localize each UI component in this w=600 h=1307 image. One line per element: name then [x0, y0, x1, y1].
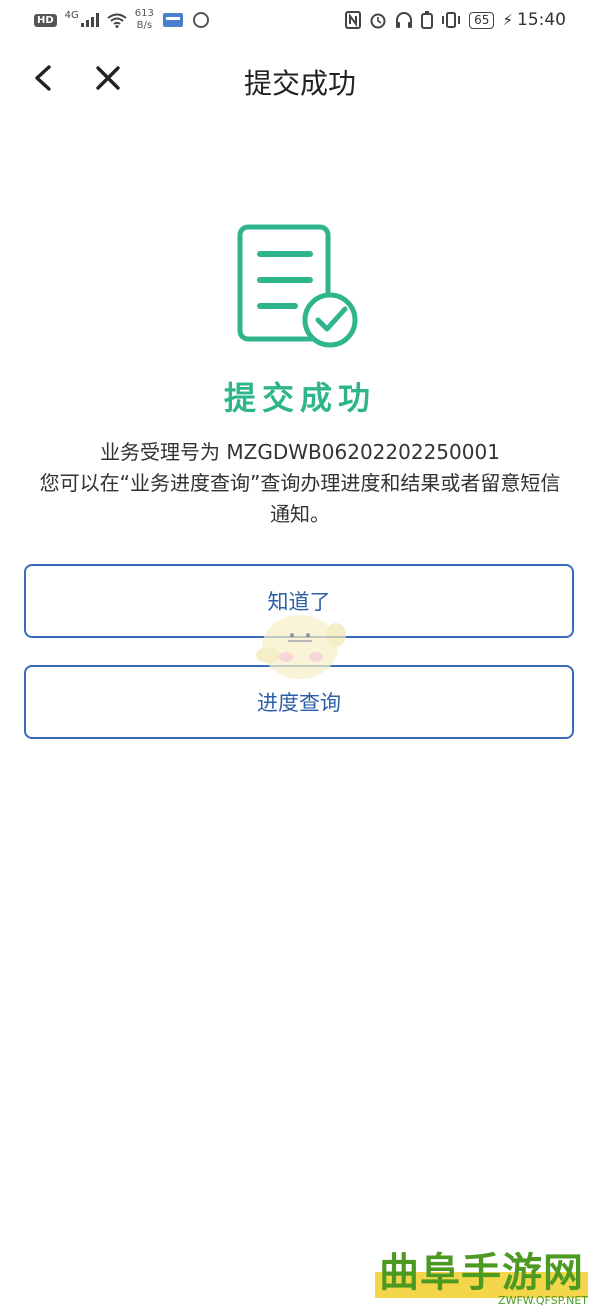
app-notification-icon — [162, 13, 183, 27]
nav-bar: 提交成功 — [0, 50, 600, 110]
status-bar-left: HD 4G 613 B/s — [34, 8, 210, 32]
watermark-name: 曲阜手游网 — [375, 1240, 588, 1298]
result-message: 业务受理号为 MZGDWB06202202250001 您可以在“业务进度查询”… — [30, 437, 570, 530]
page-title: 提交成功 — [243, 67, 356, 100]
success-title: 提交成功 — [223, 379, 376, 417]
speed-value: 613 — [134, 8, 154, 19]
speed-unit: B/s — [136, 20, 153, 31]
nfc-icon — [345, 11, 362, 29]
clock: 15:40 — [517, 10, 566, 30]
wifi-icon — [107, 13, 127, 28]
document-check-icon — [237, 224, 358, 348]
alarm-icon — [370, 13, 386, 29]
result-hint: 您可以在“业务进度查询”查询办理进度和结果或者留意短信通知。 — [39, 471, 561, 526]
network-type: 4G — [64, 9, 79, 21]
acceptance-number: 业务受理号为 MZGDWB06202202250001 — [100, 440, 500, 464]
status-bar-right: 65 ⚡ 15:40 — [345, 10, 566, 30]
vibrate-icon — [442, 12, 461, 28]
battery-level: 65 — [469, 11, 495, 29]
device-battery-icon — [421, 11, 434, 29]
signal-icon — [80, 13, 99, 27]
network-speed: 613 B/s — [135, 8, 154, 32]
mascot-image — [256, 615, 346, 679]
watermark: 曲阜手游网 ZWFW.QFSP.NET — [375, 1240, 588, 1307]
status-bar: HD 4G 613 B/s 65 ⚡ 15:40 — [0, 0, 600, 44]
charging-icon: ⚡ — [502, 11, 513, 29]
hd-badge: HD — [34, 13, 57, 27]
headphones-icon — [396, 12, 413, 28]
sync-icon — [192, 12, 209, 28]
